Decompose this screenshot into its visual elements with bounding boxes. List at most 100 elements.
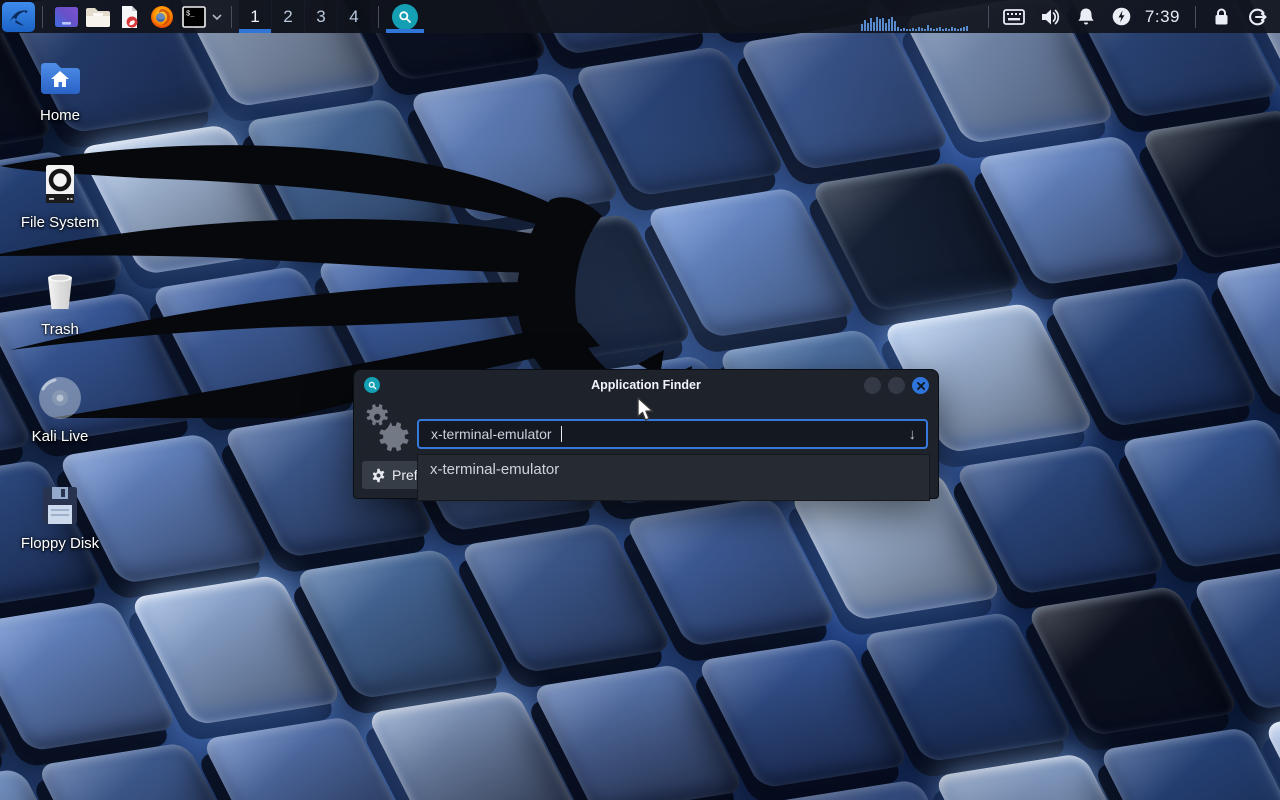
taskbar-application-finder[interactable] — [386, 0, 424, 33]
document-edit-icon — [118, 5, 142, 29]
cpu-bar — [909, 29, 911, 31]
launcher-desktop-settings[interactable] — [50, 0, 82, 33]
clock[interactable]: 7:39 — [1145, 7, 1180, 27]
maximize-button[interactable] — [888, 377, 905, 394]
cpu-bar — [927, 25, 929, 31]
cpu-bar — [885, 23, 887, 31]
lock-screen-button[interactable] — [1208, 0, 1234, 33]
desktop-icon-home[interactable]: Home — [12, 54, 108, 124]
launcher-text-editor[interactable] — [114, 0, 146, 33]
folder-icon — [85, 6, 111, 28]
home-folder-icon — [37, 54, 83, 100]
search-icon — [368, 381, 377, 390]
panel-separator — [988, 6, 989, 28]
cpu-bar — [906, 29, 908, 31]
desktop-icon-label: File System — [21, 214, 99, 231]
cpu-graph-widget[interactable] — [861, 0, 981, 33]
cpu-bar — [915, 29, 917, 31]
cpu-bar — [933, 29, 935, 31]
cpu-bar — [861, 24, 863, 31]
keyboard-indicator[interactable] — [1001, 0, 1027, 33]
mouse-cursor — [636, 397, 655, 423]
terminal-icon: $_ — [182, 6, 206, 28]
window-title: Application Finder — [354, 370, 938, 400]
purple-window-icon — [54, 6, 79, 28]
autocomplete-dropdown: x-terminal-emulator — [417, 454, 930, 501]
cpu-bar — [900, 29, 902, 31]
desktop-icon-trash[interactable]: Trash — [12, 268, 108, 338]
cpu-bar — [924, 29, 926, 31]
desktop-icon-kali-live[interactable]: Kali Live — [12, 375, 108, 445]
desktop-icon-floppy-disk[interactable]: Floppy Disk — [12, 482, 108, 552]
launcher-firefox[interactable] — [146, 0, 178, 33]
cpu-bar — [894, 21, 896, 31]
dropdown-item[interactable]: x-terminal-emulator — [418, 455, 929, 484]
disc-icon — [37, 375, 83, 421]
workspace-button-3[interactable]: 3 — [305, 0, 337, 33]
cpu-bar — [951, 27, 953, 31]
cpu-bar — [954, 28, 956, 31]
kali-dragon-logo — [0, 88, 870, 418]
titlebar[interactable]: Application Finder — [354, 370, 938, 400]
trash-icon — [37, 268, 83, 314]
notifications[interactable] — [1073, 0, 1099, 33]
search-icon — [398, 10, 412, 24]
search-input-value: x-terminal-emulator — [431, 426, 552, 442]
workspace-button-1[interactable]: 1 — [239, 0, 271, 33]
cpu-bar — [921, 28, 923, 31]
power-manager[interactable] — [1109, 0, 1135, 33]
workspace-button-2[interactable]: 2 — [272, 0, 304, 33]
firefox-icon — [150, 5, 174, 29]
desktop-icon-label: Home — [40, 107, 80, 124]
volume-icon — [1040, 8, 1060, 26]
cpu-bar — [966, 26, 968, 31]
desktop-icon-label: Floppy Disk — [21, 535, 99, 552]
application-finder-task-icon — [392, 4, 418, 30]
search-input[interactable]: x-terminal-emulator ↓ — [417, 419, 928, 449]
cpu-bar — [930, 28, 932, 31]
cpu-bar — [864, 20, 866, 31]
applications-menu-button[interactable] — [2, 2, 35, 32]
dropdown-arrow-icon[interactable]: ↓ — [909, 426, 917, 443]
cpu-bar — [882, 18, 884, 31]
panel-separator — [42, 6, 43, 28]
file-system-drive-icon — [37, 161, 83, 207]
chevron-down-icon — [212, 14, 222, 20]
application-finder-window: Application Finder x-terminal-emulato — [354, 370, 938, 498]
launcher-terminal[interactable]: $_ — [178, 0, 210, 33]
desktop-icon-file-system[interactable]: File System — [12, 161, 108, 231]
cpu-bar — [876, 17, 878, 31]
logout-button[interactable] — [1244, 0, 1270, 33]
launcher-dropdown-chevron[interactable] — [210, 0, 224, 33]
cpu-bar — [897, 27, 899, 31]
volume-control[interactable] — [1037, 0, 1063, 33]
minimize-button[interactable] — [864, 377, 881, 394]
cpu-bar — [948, 29, 950, 31]
cpu-bar — [963, 27, 965, 31]
text-caret — [561, 426, 563, 442]
top-panel: $_ 1234 — [0, 0, 1280, 33]
close-button[interactable] — [912, 377, 929, 394]
cpu-bar — [870, 18, 872, 31]
cpu-bar — [939, 27, 941, 31]
cpu-bar — [903, 28, 905, 31]
bell-icon — [1077, 7, 1095, 26]
launcher-file-manager[interactable] — [82, 0, 114, 33]
gear-icon — [371, 468, 386, 483]
cpu-bar — [960, 28, 962, 31]
cpu-bar — [879, 19, 881, 31]
gears-icon — [361, 402, 413, 454]
cpu-bar — [867, 23, 869, 31]
desktop-screen: Home File System Trash Kali Li — [0, 0, 1280, 800]
workspace-button-4[interactable]: 4 — [338, 0, 370, 33]
panel-separator — [231, 6, 232, 28]
cpu-bar — [918, 27, 920, 31]
window-app-icon — [364, 377, 380, 393]
keyboard-icon — [1003, 9, 1025, 25]
lock-icon — [1213, 7, 1230, 26]
workspace-switcher: 1234 — [239, 0, 371, 33]
cpu-bar — [936, 28, 938, 31]
cpu-bar — [942, 29, 944, 31]
panel-separator — [1195, 6, 1196, 28]
cpu-bar — [888, 19, 890, 31]
